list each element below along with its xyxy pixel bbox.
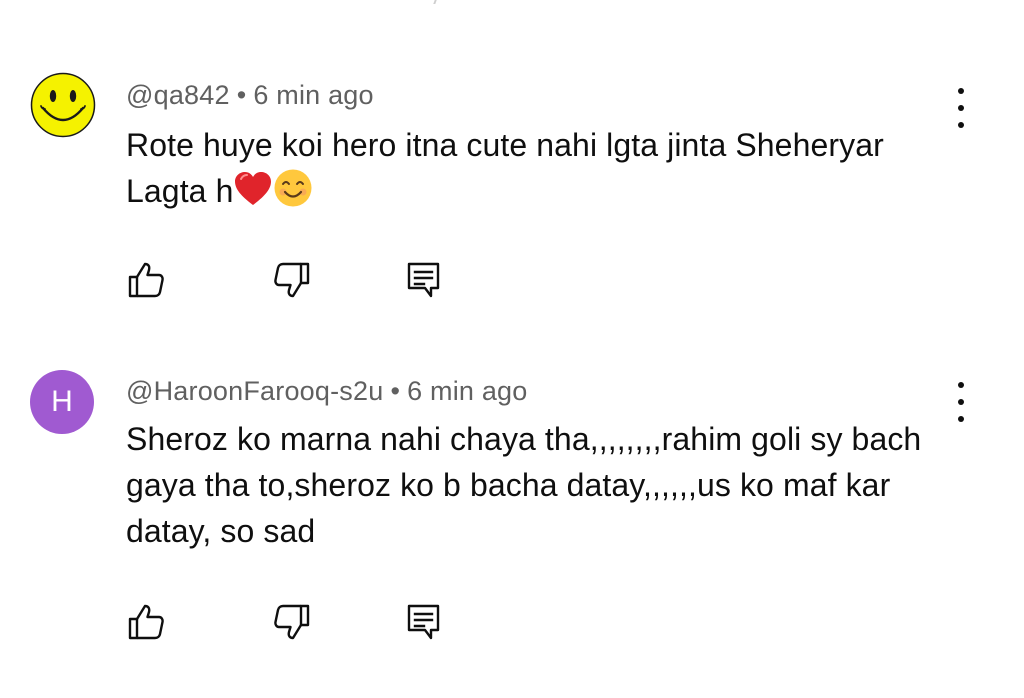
meta-separator: •: [236, 80, 247, 110]
dislike-button[interactable]: [272, 602, 312, 642]
more-vertical-icon-dot: [958, 399, 964, 405]
comment-actions: [126, 602, 466, 642]
thumbs-down-icon: [274, 604, 310, 640]
like-button[interactable]: [126, 602, 166, 642]
comment-text-content: Sheroz ko marna nahi chaya tha,,,,,,,,ra…: [126, 421, 922, 549]
reply-comment-icon: [407, 262, 440, 298]
avatar[interactable]: [30, 72, 96, 138]
author-handle[interactable]: @HaroonFarooq-s2u: [126, 376, 383, 406]
author-handle[interactable]: @qa842: [126, 80, 230, 110]
reply-button[interactable]: [404, 602, 444, 642]
smiling-face-icon: [273, 168, 313, 220]
comment-timestamp[interactable]: 6 min ago: [407, 376, 527, 406]
comment-timestamp[interactable]: 6 min ago: [253, 80, 373, 110]
thumbs-up-icon: [128, 604, 164, 640]
smiley-face-icon: [30, 72, 96, 138]
avatar[interactable]: H: [30, 370, 94, 434]
like-button[interactable]: [126, 260, 166, 300]
more-vertical-icon-dot: [958, 105, 964, 111]
more-vertical-icon-dot: [958, 88, 964, 94]
reply-button[interactable]: [404, 260, 444, 300]
reply-comment-icon: [407, 604, 440, 640]
avatar-initial: H: [51, 385, 73, 418]
previous-content-fragment: [433, 0, 443, 4]
comment-text: Sheroz ko marna nahi chaya tha,,,,,,,,ra…: [126, 416, 966, 554]
comment-meta: @HaroonFarooq-s2u • 6 min ago: [126, 376, 527, 407]
more-options-button[interactable]: [948, 382, 974, 422]
dislike-button[interactable]: [272, 260, 312, 300]
red-heart-icon: [233, 170, 273, 220]
meta-separator: •: [390, 376, 401, 406]
more-vertical-icon-dot: [958, 382, 964, 388]
comment-actions: [126, 260, 466, 300]
comment-meta: @qa842 • 6 min ago: [126, 80, 374, 111]
more-vertical-icon-dot: [958, 416, 964, 422]
thumbs-up-icon: [128, 262, 164, 298]
more-vertical-icon-dot: [958, 122, 964, 128]
more-options-button[interactable]: [948, 88, 974, 128]
thumbs-down-icon: [274, 262, 310, 298]
comment-text: Rote huye koi hero itna cute nahi lgta j…: [126, 122, 966, 220]
